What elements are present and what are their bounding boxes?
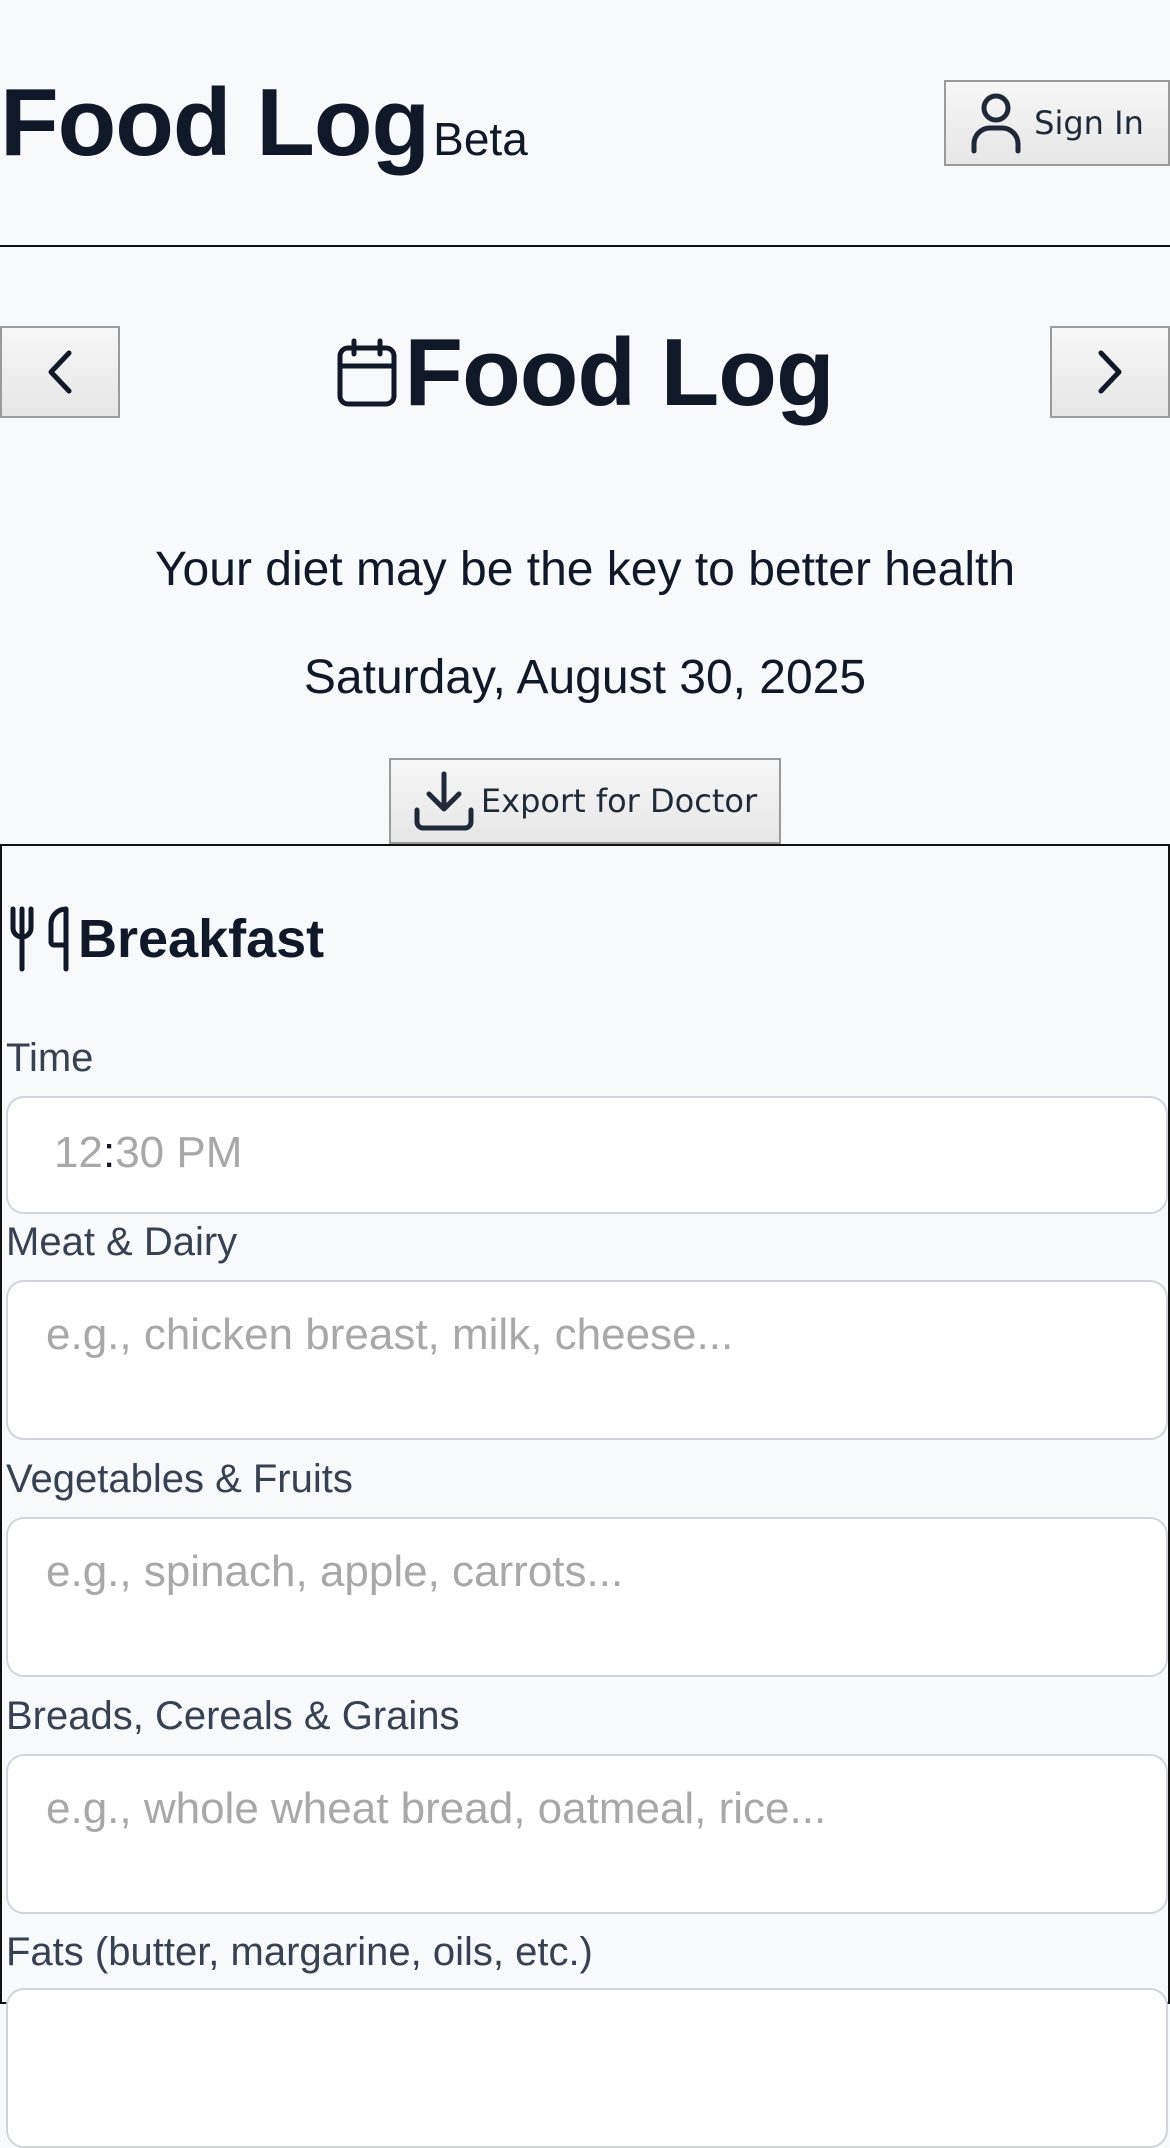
page-title-text: Food Log [404, 319, 834, 426]
page-title: Food Log [0, 318, 1170, 428]
sign-in-button[interactable]: Sign In [944, 80, 1170, 166]
breads-grains-label: Breads, Cereals & Grains [6, 1694, 460, 1738]
time-label: Time [6, 1036, 94, 1080]
app-header: Food Log Beta Sign In [0, 0, 1170, 247]
utensils-icon [8, 906, 72, 972]
beta-badge: Beta [433, 113, 528, 165]
meal-title-text: Breakfast [78, 909, 325, 969]
fats-label: Fats (butter, margarine, oils, etc.) [6, 1930, 593, 1974]
current-date: Saturday, August 30, 2025 [303, 651, 867, 704]
vegetables-fruits-label: Vegetables & Fruits [6, 1457, 353, 1501]
fats-input[interactable] [6, 1988, 1168, 2148]
download-icon [413, 770, 475, 832]
breads-grains-input[interactable]: e.g., whole wheat bread, oatmeal, rice..… [6, 1754, 1168, 1914]
meal-title: Breakfast [8, 906, 324, 972]
sign-in-label: Sign In [1034, 104, 1144, 142]
export-for-doctor-button[interactable]: Export for Doctor [389, 758, 781, 844]
time-hour: 12 [54, 1128, 103, 1177]
time-separator: : [102, 1128, 116, 1177]
brand: Food Log Beta [0, 68, 528, 178]
vegetables-fruits-placeholder: e.g., spinach, apple, carrots... [46, 1547, 624, 1596]
meat-dairy-label: Meat & Dairy [6, 1220, 238, 1264]
tagline: Your diet may be the key to better healt… [154, 543, 1016, 596]
breakfast-card: Breakfast Time 12:30 PM Meat & Dairy e.g… [0, 844, 1170, 2148]
user-icon [970, 92, 1022, 154]
export-label: Export for Doctor [480, 782, 758, 820]
vegetables-fruits-input[interactable]: e.g., spinach, apple, carrots... [6, 1517, 1168, 1677]
app-title: Food Log [0, 69, 430, 176]
breads-grains-placeholder: e.g., whole wheat bread, oatmeal, rice..… [46, 1784, 827, 1833]
meat-dairy-input[interactable]: e.g., chicken breast, milk, cheese... [6, 1280, 1168, 1440]
time-input[interactable]: 12:30 PM [6, 1096, 1168, 1214]
meat-dairy-placeholder: e.g., chicken breast, milk, cheese... [46, 1310, 734, 1359]
time-minutes-period: 30 PM [115, 1128, 243, 1177]
calendar-icon [336, 338, 398, 408]
